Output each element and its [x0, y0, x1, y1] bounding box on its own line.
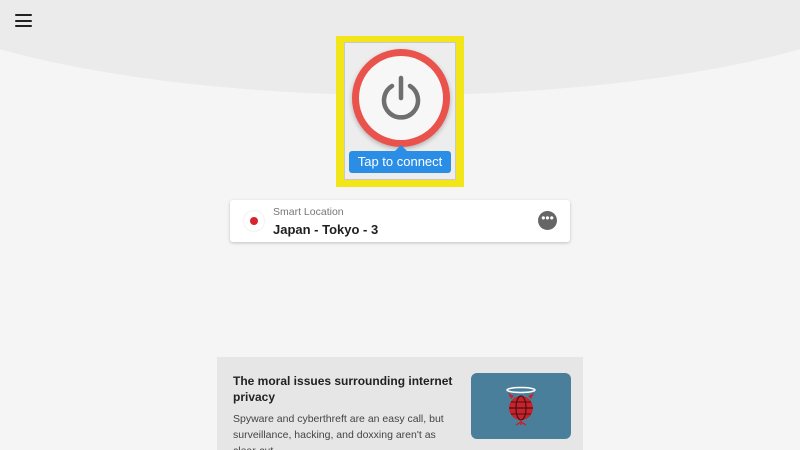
article-card[interactable]: The moral issues surrounding internet pr… — [217, 357, 583, 450]
location-name: Japan - Tokyo - 3 — [273, 222, 379, 237]
tap-to-connect-label[interactable]: Tap to connect — [349, 145, 451, 173]
power-button-ring[interactable] — [352, 49, 450, 147]
location-type-label: Smart Location — [273, 206, 344, 218]
article-thumbnail[interactable] — [471, 373, 571, 439]
power-icon — [381, 75, 421, 120]
location-selector[interactable]: Smart Location Japan - Tokyo - 3 ••• — [230, 200, 570, 242]
japan-flag-icon — [244, 211, 264, 231]
globe-devil-icon — [506, 386, 536, 426]
app-window: Tap to connect Smart Location Japan - To… — [0, 0, 800, 450]
hamburger-menu-icon[interactable] — [15, 14, 32, 27]
article-description: Spyware and cyberthreft are an easy call… — [233, 413, 444, 450]
connect-button[interactable]: Tap to connect — [344, 42, 456, 180]
power-button-inner[interactable] — [359, 56, 443, 140]
article-title[interactable]: The moral issues surrounding internet pr… — [233, 373, 453, 405]
more-options-icon[interactable]: ••• — [538, 211, 557, 230]
